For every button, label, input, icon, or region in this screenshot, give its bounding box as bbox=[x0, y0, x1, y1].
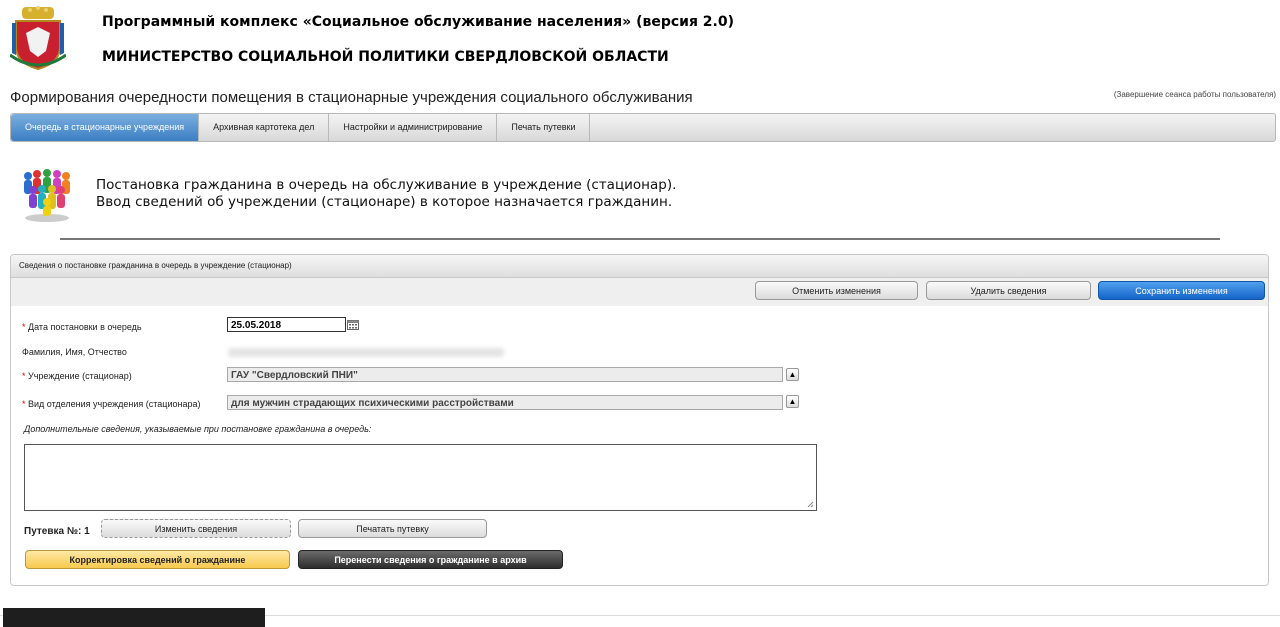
info-line-2: Ввод сведений об учреждении (стационаре)… bbox=[96, 194, 673, 210]
page-title: Формирования очередности помещения в ста… bbox=[10, 89, 693, 106]
tab-settings[interactable]: Настройки и администрирование bbox=[329, 114, 498, 141]
department-field[interactable]: для мужчин страдающих психическими расст… bbox=[227, 395, 783, 410]
info-text: Постановка гражданина в очередь на обслу… bbox=[96, 177, 676, 211]
info-line-1: Постановка гражданина в очередь на обслу… bbox=[96, 177, 677, 193]
logout-link[interactable]: (Завершение сеанса работы пользователя) bbox=[1114, 90, 1276, 99]
delete-button[interactable]: Удалить сведения bbox=[926, 281, 1091, 300]
tab-queue[interactable]: Очередь в стационарные учреждения bbox=[11, 114, 200, 141]
separator bbox=[60, 238, 1220, 240]
date-input[interactable]: 25.05.2018 bbox=[227, 317, 346, 332]
department-label: * Вид отделения учреждения (стационара) bbox=[22, 399, 201, 409]
fio-value-redacted bbox=[228, 348, 504, 357]
correct-citizen-button[interactable]: Корректировка сведений о гражданине bbox=[25, 550, 290, 569]
institution-field[interactable]: ГАУ "Свердловский ПНИ" bbox=[227, 367, 783, 382]
people-group-icon bbox=[24, 169, 70, 222]
app-title: Программный комплекс «Социальное обслужи… bbox=[102, 14, 735, 30]
additional-label: Дополнительные сведения, указываемые при… bbox=[24, 424, 372, 434]
additional-textarea[interactable] bbox=[24, 444, 817, 511]
voucher-number: Путевка №: 1 bbox=[24, 526, 90, 537]
print-voucher-button[interactable]: Печатать путевку bbox=[298, 519, 487, 538]
panel-title: Сведения о постановке гражданина в очере… bbox=[11, 255, 1268, 278]
archive-citizen-button[interactable]: Перенести сведения о гражданине в архив bbox=[298, 550, 563, 569]
institution-label: * Учреждение (стационар) bbox=[22, 371, 132, 381]
calendar-icon[interactable] bbox=[347, 319, 359, 330]
fio-label: Фамилия, Имя, Отчество bbox=[22, 347, 127, 357]
ministry-title: МИНИСТЕРСТВО СОЦИАЛЬНОЙ ПОЛИТИКИ СВЕРДЛО… bbox=[102, 49, 669, 65]
coat-of-arms-logo bbox=[10, 6, 66, 71]
scroll-up-icon[interactable]: ▲ bbox=[786, 395, 799, 408]
resize-grip-icon[interactable] bbox=[807, 501, 814, 508]
cancel-button[interactable]: Отменить изменения bbox=[755, 281, 918, 300]
tab-print-voucher[interactable]: Печать путевки bbox=[497, 114, 591, 141]
main-tabs: Очередь в стационарные учреждения Архивн… bbox=[10, 113, 1276, 142]
header: Программный комплекс «Социальное обслужи… bbox=[0, 0, 1280, 80]
tab-archive[interactable]: Архивная картотека дел bbox=[199, 114, 330, 141]
scroll-up-icon[interactable]: ▲ bbox=[786, 368, 799, 381]
panel-toolbar: Отменить изменения Удалить сведения Сохр… bbox=[11, 278, 1268, 306]
save-button[interactable]: Сохранить изменения bbox=[1098, 281, 1265, 300]
date-label: * Дата постановки в очередь bbox=[22, 322, 142, 332]
taskbar-fragment bbox=[3, 608, 265, 627]
edit-details-button[interactable]: Изменить сведения bbox=[101, 519, 291, 538]
